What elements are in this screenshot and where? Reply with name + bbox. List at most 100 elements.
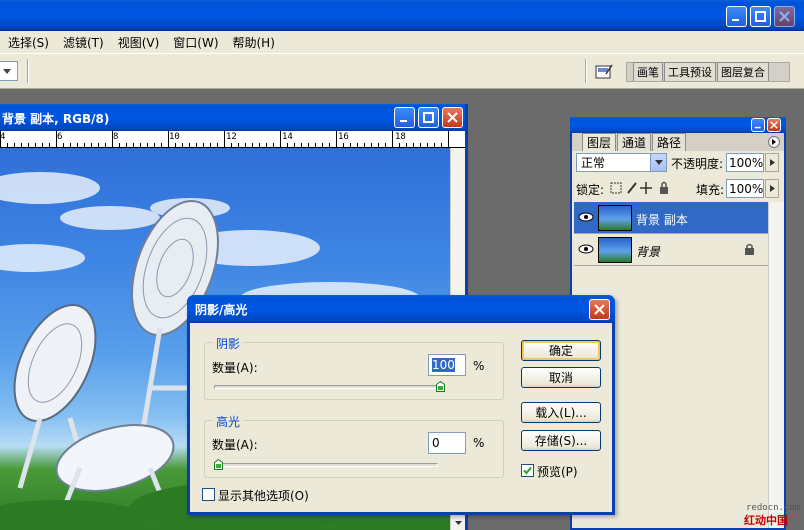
- fill-slider-button[interactable]: [765, 179, 779, 198]
- blend-mode-dropdown-arrow[interactable]: [650, 154, 666, 171]
- triangle-right-icon: [772, 139, 776, 145]
- ruler-label: 8: [113, 132, 119, 142]
- menu-help[interactable]: 帮助(H): [233, 34, 275, 51]
- blend-mode-value: 正常: [581, 156, 606, 170]
- shadow-highlight-dialog: 阴影/高光 阴影 数量(A): 100 % 高光 数量(A): 0 % 显示其他…: [187, 295, 615, 515]
- maximize-icon: [423, 112, 434, 123]
- triangle-right-icon: [769, 185, 775, 192]
- ruler-ticks: [0, 131, 449, 148]
- opacity-label: 不透明度:: [671, 157, 724, 171]
- doc-close-button[interactable]: [442, 107, 463, 128]
- layer-thumbnail: [598, 237, 632, 263]
- file-browser-button[interactable]: [592, 61, 616, 83]
- close-icon: [770, 121, 778, 129]
- minimize-icon: [400, 120, 407, 122]
- minimize-button[interactable]: [726, 6, 747, 27]
- shadows-amount-input[interactable]: 100: [428, 354, 466, 376]
- layers-scrollbar[interactable]: [768, 202, 784, 528]
- watermark-brand: 红动中国: [744, 514, 788, 527]
- layer-row[interactable]: 背景: [574, 234, 768, 266]
- slider-thumb[interactable]: [214, 459, 223, 470]
- tool-preset-dropdown[interactable]: [0, 61, 18, 81]
- chevron-down-icon: [654, 160, 663, 165]
- layer-name: 背景: [636, 245, 661, 259]
- show-more-options-label: 显示其他选项(O): [218, 489, 309, 503]
- well-tab-tool-presets[interactable]: 工具预设: [664, 62, 716, 81]
- highlights-amount-slider[interactable]: [214, 463, 438, 467]
- shadows-group-label: 阴影: [213, 335, 244, 352]
- minimize-icon: [732, 19, 739, 21]
- save-button[interactable]: 存储(S)...: [521, 430, 601, 451]
- menu-view[interactable]: 视图(V): [118, 34, 160, 51]
- cancel-button[interactable]: 取消: [521, 367, 601, 388]
- slider-thumb[interactable]: [436, 381, 445, 392]
- menu-window[interactable]: 窗口(W): [173, 34, 218, 51]
- well-tab-layer-comps[interactable]: 图层复合: [717, 62, 769, 81]
- lock-options-icons: [610, 181, 668, 194]
- horizontal-ruler[interactable]: 4 6 8 10 12 14 16 18: [0, 131, 465, 148]
- maximize-button[interactable]: [750, 6, 771, 27]
- document-title: 背景 副本, RGB/8): [2, 112, 110, 126]
- ruler-label: 10: [169, 132, 180, 142]
- preview-checkbox[interactable]: [521, 464, 534, 477]
- highlights-amount-unit: %: [473, 436, 485, 450]
- fill-value: 100%: [729, 181, 764, 196]
- lock-label: 锁定:: [576, 183, 605, 197]
- layer-name: 背景 副本: [636, 213, 688, 227]
- checkmark-icon: [523, 466, 532, 475]
- toolbar-separator: [27, 59, 29, 83]
- menubar: 选择(S) 滤镜(T) 视图(V) 窗口(W) 帮助(H): [0, 31, 804, 53]
- eye-icon[interactable]: [578, 211, 594, 223]
- preview-label: 预览(P): [537, 465, 578, 479]
- dialog-close-button[interactable]: [589, 299, 610, 320]
- menu-filter[interactable]: 滤镜(T): [63, 34, 104, 51]
- doc-maximize-button[interactable]: [418, 107, 439, 128]
- eye-icon[interactable]: [578, 243, 594, 255]
- ruler-label: 12: [226, 132, 237, 142]
- palette-menu-button[interactable]: [768, 136, 780, 148]
- ok-button[interactable]: 确定: [521, 340, 601, 361]
- palette-well: 画笔 工具预设 图层复合: [626, 62, 790, 82]
- show-more-options-checkbox[interactable]: [202, 488, 215, 501]
- opacity-value: 100%: [729, 155, 764, 170]
- doc-minimize-button[interactable]: [394, 107, 415, 128]
- ruler-label: 6: [57, 132, 63, 142]
- minimize-icon: [754, 126, 761, 129]
- ruler-label: 18: [395, 132, 406, 142]
- close-button[interactable]: [774, 6, 795, 27]
- layers-minimize-button[interactable]: [751, 118, 765, 132]
- highlights-amount-input[interactable]: 0: [428, 432, 466, 454]
- layers-palette-titlebar[interactable]: [570, 117, 786, 133]
- layers-close-button[interactable]: [767, 118, 781, 132]
- maximize-icon: [755, 11, 766, 22]
- fill-input[interactable]: 100%: [726, 179, 764, 198]
- menu-select[interactable]: 选择(S): [8, 34, 49, 51]
- close-icon: [779, 11, 790, 22]
- dialog-titlebar[interactable]: 阴影/高光: [187, 295, 615, 323]
- fill-label: 填充:: [696, 183, 725, 197]
- tab-paths[interactable]: 路径: [652, 133, 687, 151]
- tab-layers[interactable]: 图层: [582, 133, 617, 151]
- shadows-amount-unit: %: [473, 359, 485, 373]
- tab-channels[interactable]: 通道: [617, 133, 652, 151]
- close-icon: [447, 112, 458, 123]
- load-button[interactable]: 载入(L)...: [521, 402, 601, 423]
- toolbar-separator: [585, 59, 587, 83]
- layers-palette-tabs: 图层 通道 路径: [572, 133, 784, 151]
- layer-row[interactable]: 背景 副本: [574, 202, 768, 234]
- document-titlebar[interactable]: 背景 副本, RGB/8): [0, 104, 465, 131]
- scroll-down-icon: [455, 521, 462, 525]
- opacity-input[interactable]: 100%: [726, 153, 764, 172]
- opacity-slider-button[interactable]: [765, 153, 779, 172]
- blend-mode-select[interactable]: 正常: [576, 153, 667, 172]
- app-titlebar: [0, 0, 804, 31]
- shadows-amount-slider[interactable]: [214, 385, 444, 389]
- close-icon: [594, 304, 605, 315]
- well-tab-brushes[interactable]: 画笔: [633, 62, 663, 81]
- highlights-amount-label: 数量(A):: [212, 438, 258, 452]
- lock-icon: [745, 243, 754, 255]
- shadows-amount-value: 100: [432, 358, 455, 372]
- ruler-label: 4: [0, 132, 6, 142]
- ruler-label: 16: [338, 132, 349, 142]
- shadows-amount-label: 数量(A):: [212, 361, 258, 375]
